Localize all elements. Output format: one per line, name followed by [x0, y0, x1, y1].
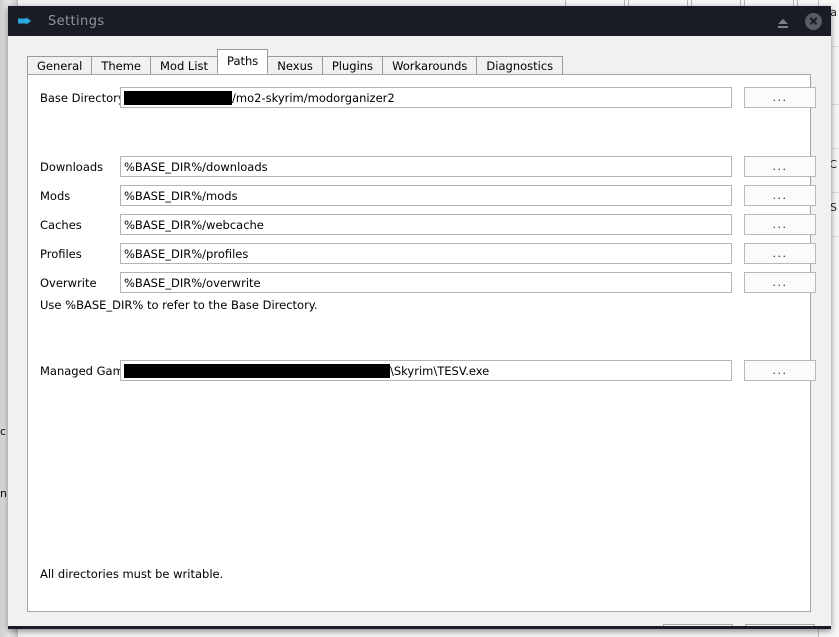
mods-value: %BASE_DIR%/mods — [124, 188, 238, 203]
tab-theme[interactable]: Theme — [91, 56, 151, 76]
base-directory-input[interactable]: /mo2-skyrim/modorganizer2 — [120, 87, 732, 108]
profiles-label: Profiles — [40, 247, 82, 261]
caches-value: %BASE_DIR%/webcache — [124, 217, 264, 232]
dialog-title: Settings — [48, 13, 105, 29]
close-window-button[interactable] — [803, 11, 823, 31]
base-dir-hint-text: Use %BASE_DIR% to refer to the Base Dire… — [40, 298, 318, 312]
tab-nexus[interactable]: Nexus — [267, 56, 323, 76]
dialog-bottom-edge — [8, 626, 831, 629]
tab-plugins[interactable]: Plugins — [321, 56, 384, 76]
app-logo-icon — [18, 13, 34, 29]
redacted-path-block — [124, 363, 390, 378]
profiles-browse-button[interactable]: ... — [744, 243, 816, 264]
base-directory-label: Base Directory — [40, 91, 125, 105]
caches-browse-button[interactable]: ... — [744, 214, 816, 235]
profiles-input[interactable]: %BASE_DIR%/profiles — [120, 243, 732, 264]
parent-list-text-fragment: a — [830, 6, 837, 19]
managed-game-value: \Skyrim\TESV.exe — [390, 363, 490, 378]
titlebar-controls — [773, 6, 823, 36]
base-directory-value: /mo2-skyrim/modorganizer2 — [232, 90, 395, 105]
managed-game-input[interactable]: \Skyrim\TESV.exe — [120, 360, 732, 381]
parent-list-text-fragment: S — [830, 201, 837, 214]
redacted-path-block — [124, 90, 232, 105]
shade-window-button[interactable] — [773, 11, 793, 31]
dialog-body: General Theme Mod List Paths Nexus Plugi… — [8, 36, 831, 629]
mods-label: Mods — [40, 189, 71, 203]
managed-game-browse-button[interactable]: ... — [744, 360, 816, 381]
caches-label: Caches — [40, 218, 82, 232]
parent-left-text-fragment: c — [0, 425, 7, 438]
overwrite-value: %BASE_DIR%/overwrite — [124, 275, 261, 290]
managed-game-label: Managed Game — [40, 364, 131, 378]
downloads-input[interactable]: %BASE_DIR%/downloads — [120, 156, 732, 177]
tab-general[interactable]: General — [27, 56, 93, 76]
overwrite-input[interactable]: %BASE_DIR%/overwrite — [120, 272, 732, 293]
downloads-value: %BASE_DIR%/downloads — [124, 159, 268, 174]
profiles-value: %BASE_DIR%/profiles — [124, 246, 249, 261]
overwrite-browse-button[interactable]: ... — [744, 272, 816, 293]
tab-workarounds[interactable]: Workarounds — [382, 56, 478, 76]
downloads-label: Downloads — [40, 160, 104, 174]
caches-input[interactable]: %BASE_DIR%/webcache — [120, 214, 732, 235]
parent-left-text-fragment: n — [0, 487, 7, 500]
dialog-titlebar[interactable]: Settings — [8, 6, 831, 36]
close-icon — [804, 12, 822, 30]
paths-tab-panel: Base Directory /mo2-skyrim/modorganizer2… — [27, 74, 816, 612]
tab-diagnostics[interactable]: Diagnostics — [476, 56, 564, 76]
overwrite-label: Overwrite — [40, 276, 97, 290]
downloads-browse-button[interactable]: ... — [744, 156, 816, 177]
base-directory-browse-button[interactable]: ... — [744, 87, 816, 108]
mods-browse-button[interactable]: ... — [744, 185, 816, 206]
writable-warning-text: All directories must be writable. — [40, 567, 224, 581]
mods-input[interactable]: %BASE_DIR%/mods — [120, 185, 732, 206]
tab-mod-list[interactable]: Mod List — [150, 56, 219, 76]
settings-dialog: Settings General Theme Mod List Paths Ne… — [8, 6, 831, 629]
settings-tabbar: General Theme Mod List Paths Nexus Plugi… — [27, 49, 564, 76]
tab-paths[interactable]: Paths — [217, 49, 269, 74]
shade-triangle-icon — [778, 18, 788, 28]
